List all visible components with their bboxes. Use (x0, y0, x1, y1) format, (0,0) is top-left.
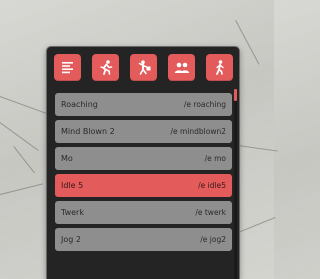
category-button-dance[interactable] (130, 54, 157, 81)
category-toolbar (54, 54, 233, 81)
emote-command: /e twerk (195, 208, 226, 217)
background-crack (238, 217, 276, 233)
emote-menu-panel: Roaching /e roaching Mind Blown 2 /e min… (46, 46, 240, 279)
emote-command: /e mindblown2 (170, 127, 226, 136)
category-button-list[interactable] (54, 54, 81, 81)
emote-name: Mo (61, 154, 73, 163)
emote-command: /e roaching (183, 100, 226, 109)
running-person-icon (99, 59, 112, 75)
category-button-shared[interactable] (168, 54, 195, 81)
emote-name: Twerk (61, 208, 84, 217)
category-button-run[interactable] (92, 54, 119, 81)
emote-list: Roaching /e roaching Mind Blown 2 /e min… (55, 93, 232, 255)
group-people-icon (174, 62, 189, 73)
emote-command: /e mo (204, 154, 226, 163)
background-crack (0, 122, 39, 152)
emote-row-jog-2[interactable]: Jog 2 /e jog2 (55, 228, 232, 251)
emote-row-mind-blown-2[interactable]: Mind Blown 2 /e mindblown2 (55, 120, 232, 143)
list-lines-icon (61, 61, 73, 73)
emote-command: /e jog2 (200, 235, 226, 244)
category-button-walk[interactable] (206, 54, 233, 81)
dancing-person-icon (138, 59, 150, 75)
emote-name: Mind Blown 2 (61, 127, 115, 136)
scrollbar-thumb[interactable] (234, 89, 237, 101)
emote-row-twerk[interactable]: Twerk /e twerk (55, 201, 232, 224)
emote-command: /e idle5 (198, 181, 226, 190)
background-crack (0, 183, 43, 195)
emote-row-idle-5-selected[interactable]: Idle 5 /e idle5 (55, 174, 232, 197)
emote-name: Roaching (61, 100, 98, 109)
emote-row-roaching[interactable]: Roaching /e roaching (55, 93, 232, 116)
emote-name: Jog 2 (61, 235, 81, 244)
background-crack (13, 146, 35, 174)
emote-name: Idle 5 (61, 181, 84, 190)
walking-person-icon (215, 59, 224, 75)
background-crack (237, 145, 278, 152)
emote-row-mo[interactable]: Mo /e mo (55, 147, 232, 170)
list-scrollbar[interactable] (234, 89, 237, 279)
